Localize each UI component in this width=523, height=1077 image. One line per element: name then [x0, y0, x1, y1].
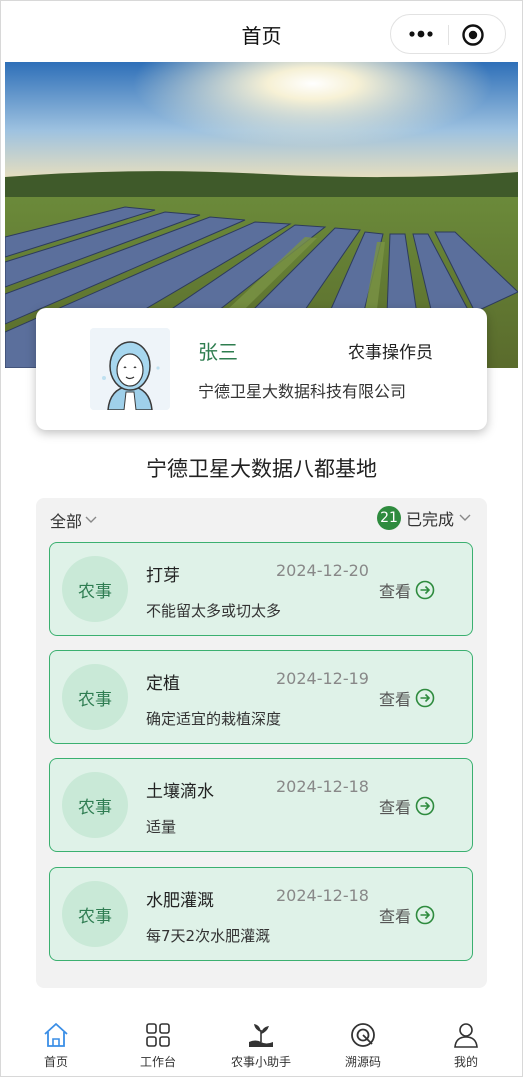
view-button[interactable]: 查看 [379, 578, 435, 602]
user-name: 张三 [198, 340, 238, 364]
tab-mine[interactable]: 我的 [426, 1020, 506, 1070]
task-panel: 全部 21 已完成 农事 打芽 2024-12-20 不能留太多或切太多 查看 … [36, 498, 487, 988]
base-title: 宁德卫星大数据八都基地 [146, 457, 377, 481]
task-description: 不能留太多或切太多 [146, 602, 282, 620]
task-card[interactable]: 农事 打芽 2024-12-20 不能留太多或切太多 查看 [49, 542, 473, 636]
tab-label: 首页 [43, 1055, 68, 1069]
more-dots-icon[interactable] [399, 19, 443, 49]
task-tag: 农事 [62, 881, 128, 947]
tab-label: 溯源码 [344, 1055, 381, 1069]
task-date: 2024-12-18 [276, 777, 369, 796]
count-badge: 21 [376, 506, 401, 530]
tab-workbench[interactable]: 工作台 [118, 1020, 198, 1070]
capsule-divider [448, 25, 449, 45]
user-profile-card: 张三 农事操作员 宁德卫星大数据科技有限公司 [36, 308, 487, 430]
task-date: 2024-12-20 [276, 561, 369, 580]
grid-icon [146, 1023, 170, 1047]
status-filter-dropdown[interactable]: 21 已完成 [376, 506, 471, 530]
scope-filter-dropdown[interactable]: 全部 [50, 508, 97, 532]
status-filter-label: 已完成 [405, 510, 454, 529]
tab-farming-assistant[interactable]: 农事小助手 [221, 1020, 301, 1070]
task-description: 确定适宜的栽植深度 [146, 710, 282, 728]
view-button[interactable]: 查看 [379, 794, 435, 818]
user-role: 农事操作员 [348, 343, 433, 363]
view-button[interactable]: 查看 [379, 903, 435, 927]
home-icon [44, 1023, 68, 1047]
arrow-right-circle-icon [415, 688, 435, 708]
view-label: 查看 [379, 582, 412, 601]
plant-hand-icon [249, 1024, 273, 1047]
view-label: 查看 [379, 907, 412, 926]
tab-trace-code[interactable]: 溯源码 [323, 1020, 403, 1070]
user-company: 宁德卫星大数据科技有限公司 [198, 382, 407, 401]
scope-filter-label: 全部 [50, 512, 83, 531]
arrow-right-circle-icon [415, 905, 435, 925]
task-title: 定植 [146, 674, 180, 694]
task-date: 2024-12-18 [276, 886, 369, 905]
task-description: 适量 [146, 818, 177, 836]
user-icon [454, 1023, 478, 1048]
view-label: 查看 [379, 690, 412, 709]
task-card[interactable]: 农事 水肥灌溉 2024-12-18 每7天2次水肥灌溉 查看 [49, 867, 473, 961]
task-tag: 农事 [62, 664, 128, 730]
trace-code-icon [351, 1023, 375, 1047]
view-label: 查看 [379, 798, 412, 817]
tab-label: 工作台 [139, 1055, 176, 1069]
task-date: 2024-12-19 [276, 669, 369, 688]
task-title: 土壤滴水 [146, 782, 214, 802]
chevron-down-icon [459, 514, 471, 521]
navigation-bar: 首页 [0, 0, 523, 62]
tab-label: 农事小助手 [230, 1055, 291, 1069]
task-tag: 农事 [62, 556, 128, 622]
task-card[interactable]: 农事 定植 2024-12-19 确定适宜的栽植深度 查看 [49, 650, 473, 744]
chevron-down-icon [85, 516, 97, 523]
tab-label: 我的 [453, 1055, 478, 1069]
mini-program-capsule [390, 14, 506, 54]
bottom-tab-bar: 首页 工作台 农事小助手 溯源码 我的 [0, 1010, 523, 1077]
user-avatar-illustration [90, 328, 170, 410]
task-description: 每7天2次水肥灌溉 [146, 927, 271, 945]
view-button[interactable]: 查看 [379, 686, 435, 710]
task-title: 水肥灌溉 [146, 891, 214, 911]
task-card[interactable]: 农事 土壤滴水 2024-12-18 适量 查看 [49, 758, 473, 852]
tab-home[interactable]: 首页 [16, 1020, 96, 1070]
arrow-right-circle-icon [415, 580, 435, 600]
task-tag: 农事 [62, 772, 128, 838]
task-title: 打芽 [146, 566, 180, 586]
target-circle-icon[interactable] [461, 23, 485, 47]
arrow-right-circle-icon [415, 796, 435, 816]
